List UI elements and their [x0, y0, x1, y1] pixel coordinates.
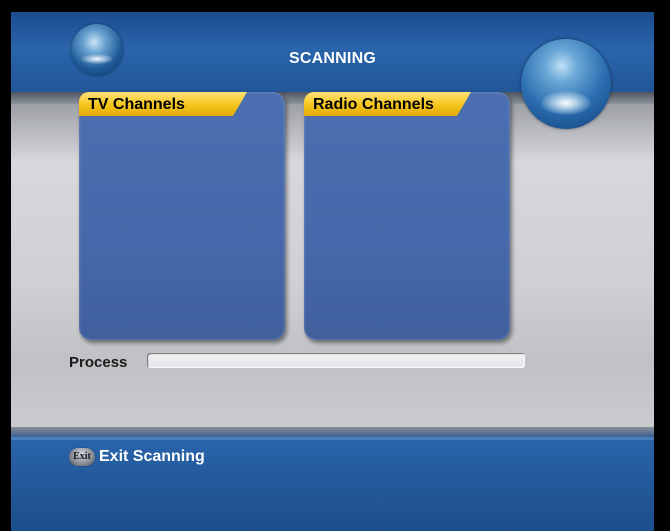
- footer-divider: [11, 427, 654, 437]
- radio-channels-tab: Radio Channels: [304, 92, 471, 116]
- tv-channels-tab: TV Channels: [79, 92, 247, 116]
- process-label: Process: [69, 354, 128, 371]
- exit-scanning-hint[interactable]: Exit Exit Scanning: [69, 446, 205, 468]
- scanning-screen: SCANNING TV Channels Radio Channels Proc…: [11, 12, 654, 531]
- exit-key-icon: Exit: [69, 448, 95, 466]
- exit-scanning-label: Exit Scanning: [99, 448, 205, 465]
- process-progress-bar: [147, 353, 525, 368]
- page-title: SCANNING: [289, 50, 376, 67]
- tv-frame: SCANNING TV Channels Radio Channels Proc…: [0, 0, 670, 531]
- radio-channels-panel: [304, 92, 510, 340]
- tv-channels-panel: [79, 92, 285, 340]
